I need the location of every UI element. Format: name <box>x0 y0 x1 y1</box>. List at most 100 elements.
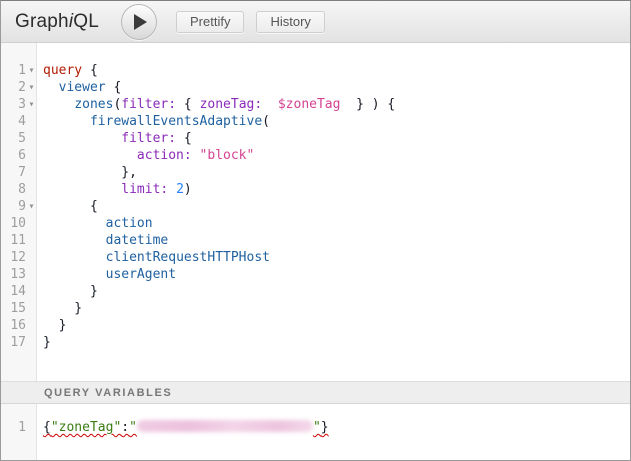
execute-button[interactable] <box>121 4 157 40</box>
line-number: 4 <box>1 113 26 130</box>
token-punctuation: { <box>43 199 98 214</box>
fold-arrow-icon <box>26 232 37 249</box>
code-line[interactable]: 13 userAgent <box>1 266 630 283</box>
gutter: 17 <box>1 334 37 351</box>
line-number: 1 <box>1 62 26 79</box>
token-punctuation: } <box>43 335 51 350</box>
graphiql-window: GraphiQL Prettify History 1▾query {2▾ vi… <box>0 0 631 461</box>
line-number: 2 <box>1 79 26 96</box>
token-punctuation <box>168 182 176 197</box>
token-field: clientRequestHTTPHost <box>106 250 270 265</box>
token-argument: filter: <box>121 131 176 146</box>
token-field: datetime <box>106 233 169 248</box>
gutter: 4 <box>1 113 37 130</box>
fold-arrow-icon[interactable]: ▾ <box>26 62 37 79</box>
line-number: 12 <box>1 249 26 266</box>
code-line[interactable]: 14 } <box>1 283 630 300</box>
gutter: 14 <box>1 283 37 300</box>
token-punctuation <box>43 131 121 146</box>
line-number: 17 <box>1 334 26 351</box>
code-line[interactable]: 1{"zoneTag":""} <box>1 419 630 436</box>
code-text: firewallEventsAdaptive( <box>37 113 270 130</box>
token-punctuation: } <box>321 420 329 435</box>
fold-arrow-icon <box>26 300 37 317</box>
line-number: 16 <box>1 317 26 334</box>
line-number: 9 <box>1 198 26 215</box>
token-argument: zoneTag: <box>200 97 263 112</box>
token-punctuation: } ) { <box>340 97 395 112</box>
code-text: query { <box>37 62 98 79</box>
token-punctuation <box>43 148 137 163</box>
token-punctuation: { <box>82 63 98 78</box>
code-text: }, <box>37 164 137 181</box>
line-number: 8 <box>1 181 26 198</box>
code-line[interactable]: 17} <box>1 334 630 351</box>
code-line[interactable]: 16 } <box>1 317 630 334</box>
token-punctuation <box>43 250 106 265</box>
gutter: 16 <box>1 317 37 334</box>
token-variable: $zoneTag <box>278 97 341 112</box>
code-line[interactable]: 8 limit: 2) <box>1 181 630 198</box>
token-argument: filter: <box>121 97 176 112</box>
query-variables-header[interactable]: QUERY VARIABLES <box>1 381 630 404</box>
token-punctuation: }, <box>43 165 137 180</box>
token-string: "block" <box>200 148 255 163</box>
line-number: 15 <box>1 300 26 317</box>
gutter: 6 <box>1 147 37 164</box>
line-number: 5 <box>1 130 26 147</box>
logo-text: QL <box>73 11 99 32</box>
token-punctuation <box>43 80 59 95</box>
code-line[interactable]: 11 datetime <box>1 232 630 249</box>
code-line[interactable]: 6 action: "block" <box>1 147 630 164</box>
code-text: filter: { <box>37 130 192 147</box>
token-argument: action: <box>137 148 192 163</box>
code-line[interactable]: 12 clientRequestHTTPHost <box>1 249 630 266</box>
code-line[interactable]: 10 action <box>1 215 630 232</box>
token-field: firewallEventsAdaptive <box>90 114 262 129</box>
line-number: 7 <box>1 164 26 181</box>
line-number: 1 <box>1 419 26 436</box>
gutter: 13 <box>1 266 37 283</box>
variables-editor[interactable]: 1{"zoneTag":""} <box>1 404 630 460</box>
code-line[interactable]: 2▾ viewer { <box>1 79 630 96</box>
gutter: 1▾ <box>1 62 37 79</box>
fold-arrow-icon <box>26 181 37 198</box>
code-text: } <box>37 334 51 351</box>
code-line[interactable]: 5 filter: { <box>1 130 630 147</box>
redacted-value <box>137 420 313 432</box>
token-field: zones <box>74 97 113 112</box>
token-punctuation <box>43 267 106 282</box>
gutter: 2▾ <box>1 79 37 96</box>
code-text: datetime <box>37 232 168 249</box>
token-punctuation <box>43 216 106 231</box>
token-jsonkey: " <box>313 420 321 435</box>
code-text: viewer { <box>37 79 121 96</box>
fold-arrow-icon[interactable]: ▾ <box>26 79 37 96</box>
code-line[interactable]: 1▾query { <box>1 62 630 79</box>
fold-arrow-icon[interactable]: ▾ <box>26 96 37 113</box>
token-field: userAgent <box>106 267 176 282</box>
code-text: clientRequestHTTPHost <box>37 249 270 266</box>
code-line[interactable]: 4 firewallEventsAdaptive( <box>1 113 630 130</box>
code-line[interactable]: 15 } <box>1 300 630 317</box>
topbar: GraphiQL Prettify History <box>1 1 630 43</box>
gutter: 9▾ <box>1 198 37 215</box>
fold-arrow-icon <box>26 317 37 334</box>
token-punctuation <box>43 97 74 112</box>
fold-arrow-icon <box>26 215 37 232</box>
history-button[interactable]: History <box>256 11 324 33</box>
query-editor[interactable]: 1▾query {2▾ viewer {3▾ zones(filter: { z… <box>1 43 630 381</box>
code-text: } <box>37 300 82 317</box>
fold-arrow-icon <box>26 419 37 436</box>
token-punctuation: { <box>43 420 51 435</box>
code-line[interactable]: 7 }, <box>1 164 630 181</box>
code-text: { <box>37 198 98 215</box>
gutter: 5 <box>1 130 37 147</box>
token-jsonkey: "zoneTag" <box>51 420 121 435</box>
token-punctuation <box>43 114 90 129</box>
code-line[interactable]: 3▾ zones(filter: { zoneTag: $zoneTag } )… <box>1 96 630 113</box>
prettify-button[interactable]: Prettify <box>176 11 244 33</box>
line-number: 6 <box>1 147 26 164</box>
code-line[interactable]: 9▾ { <box>1 198 630 215</box>
fold-arrow-icon[interactable]: ▾ <box>26 198 37 215</box>
